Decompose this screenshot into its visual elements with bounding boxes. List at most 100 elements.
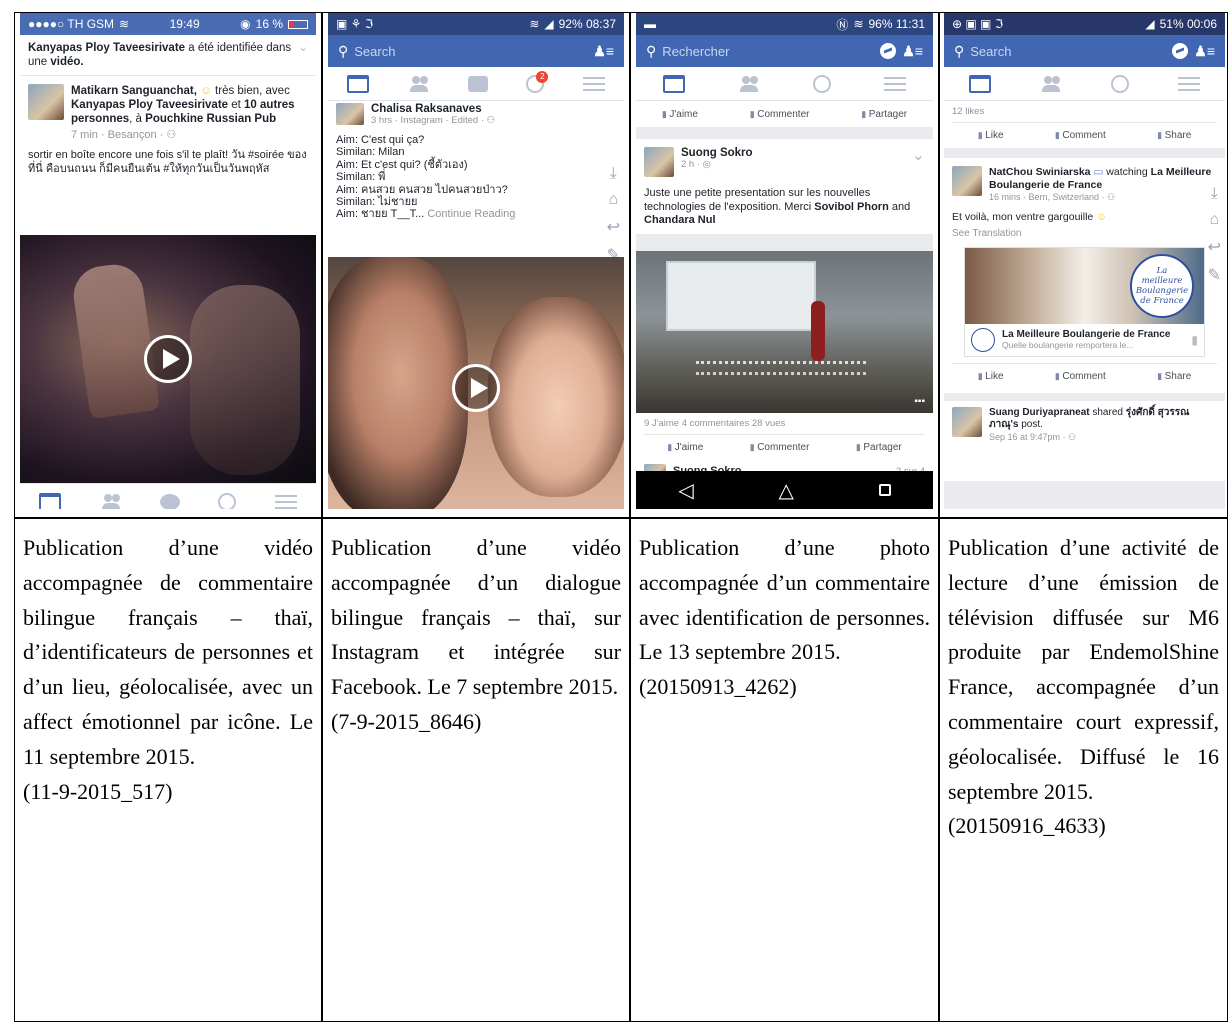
likes-count[interactable]: 12 likes	[952, 101, 1217, 122]
post-header: Matikarn Sanguanchat, ☺ très bien, avec …	[28, 84, 307, 175]
post-text: Juste une petite presentation sur les no…	[644, 187, 911, 226]
continue-reading-link[interactable]: Continue Reading	[427, 208, 515, 220]
notifications-globe-icon[interactable]	[813, 74, 832, 93]
search-bar[interactable]: ⚲ Search ♟≡	[944, 35, 1225, 67]
search-icon[interactable]: ⚲	[338, 43, 348, 60]
tagged-person-link[interactable]: Chandara Nul	[644, 214, 716, 226]
comment-button[interactable]: Commenter	[750, 442, 809, 453]
avatar[interactable]	[952, 166, 982, 196]
post-stats[interactable]: 9 J'aime 4 commentaires 28 vues	[644, 413, 925, 434]
comment-button[interactable]: Comment	[1055, 371, 1105, 382]
tag-notice[interactable]: Kanyapas Ploy Taveesirivate a été identi…	[20, 35, 316, 76]
post-video[interactable]	[328, 257, 624, 509]
like-button[interactable]: Like	[978, 371, 1003, 382]
search-input[interactable]: Rechercher	[662, 44, 874, 59]
share-button[interactable]: Partager	[861, 109, 907, 120]
post-author[interactable]: NatChou Swiniarska	[989, 166, 1091, 178]
friends-icon[interactable]	[408, 75, 430, 93]
menu-icon[interactable]	[884, 76, 907, 91]
play-icon[interactable]	[144, 335, 192, 383]
home-icon[interactable]: ⌂	[1209, 211, 1219, 229]
friends-icon[interactable]	[738, 75, 760, 93]
caption-cell-4: Publication d’une activité de lecture d’…	[939, 518, 1228, 1022]
search-bar[interactable]: ⚲ Rechercher ♟≡	[636, 35, 933, 67]
news-feed-icon[interactable]	[968, 74, 991, 93]
menu-icon[interactable]	[582, 76, 605, 91]
page-logo	[971, 327, 995, 352]
messenger-icon[interactable]	[880, 43, 897, 59]
avatar[interactable]	[28, 84, 64, 120]
search-bar[interactable]: ⚲ Search ♟≡	[328, 35, 624, 67]
tagged-person-link[interactable]: Sovibol Phorn	[814, 201, 889, 213]
comment-button[interactable]: Comment	[1055, 130, 1105, 141]
share-button[interactable]: Partager	[856, 442, 901, 453]
friends-icon[interactable]	[1040, 75, 1062, 93]
friends-icon[interactable]	[100, 493, 122, 509]
post-author[interactable]: Suong Sokro	[681, 147, 753, 159]
like-button[interactable]: J'aime	[662, 109, 698, 120]
like-button[interactable]: J'aime	[667, 442, 704, 453]
place-link[interactable]: Pouchkine Russian Pub	[145, 113, 276, 125]
back-icon[interactable]: ↩	[607, 217, 620, 237]
bookmark-icon[interactable]: ▮	[1191, 333, 1198, 347]
post-video[interactable]	[20, 235, 316, 483]
search-input[interactable]: Search	[354, 44, 587, 59]
edit-icon[interactable]: ✎	[1208, 265, 1221, 285]
wifi-icon: ≋	[119, 17, 130, 31]
home-icon[interactable]: ⌂	[608, 191, 618, 209]
like-button[interactable]: Like	[978, 130, 1003, 141]
friend-requests-icon[interactable]: ♟≡	[593, 43, 614, 60]
tagged-person[interactable]: Kanyapas Ploy Taveesirivate	[28, 42, 185, 54]
news-feed-icon[interactable]	[39, 492, 62, 509]
tab-bar	[636, 67, 933, 101]
back-icon[interactable]: ◁	[678, 478, 693, 503]
news-feed-icon[interactable]	[662, 74, 685, 93]
video-link[interactable]: vidéo.	[50, 56, 83, 68]
notifications-globe-icon[interactable]: 2	[526, 70, 549, 93]
scroll-down-icon[interactable]: ⤓	[1211, 185, 1218, 203]
avatar[interactable]	[644, 147, 674, 177]
share-button[interactable]: Share	[1157, 130, 1192, 141]
messenger-icon[interactable]	[159, 493, 180, 509]
messenger-icon[interactable]	[1172, 43, 1189, 59]
shared-page-card[interactable]: La meilleure Boulangerie de France La Me…	[964, 246, 1205, 357]
see-translation-link[interactable]: See Translation	[952, 228, 1217, 239]
messages-icon[interactable]	[467, 75, 488, 92]
search-input[interactable]: Search	[970, 44, 1166, 59]
notifications-globe-icon[interactable]	[1111, 74, 1130, 93]
share-button[interactable]: Share	[1157, 371, 1192, 382]
avatar[interactable]	[336, 103, 364, 125]
home-icon[interactable]: △	[778, 478, 793, 503]
chevron-down-icon[interactable]: ⌄	[298, 41, 308, 55]
projection-screen	[666, 261, 816, 331]
back-icon[interactable]: ↩	[1208, 237, 1221, 257]
post-author[interactable]: Suang Duriyapraneat	[989, 407, 1090, 418]
clock: 92% 08:37	[558, 17, 616, 31]
comment-button[interactable]: Commenter	[750, 109, 809, 120]
avatar[interactable]	[952, 406, 982, 437]
notification-badge: 2	[536, 70, 549, 83]
scroll-down-icon[interactable]: ⤓	[610, 165, 617, 183]
post-author[interactable]: Chalisa Raksanaves	[371, 103, 495, 115]
news-feed-icon[interactable]	[347, 74, 370, 93]
page-name[interactable]: La Meilleure Boulangerie de France	[1002, 329, 1184, 340]
post-meta: 16 mins · Bern, Switzerland · ⚇	[989, 192, 1116, 202]
menu-icon[interactable]	[274, 494, 297, 509]
post-photo[interactable]: ▪▪▪	[636, 251, 933, 413]
chevron-down-icon[interactable]: ⌄	[912, 145, 925, 165]
play-icon[interactable]	[452, 364, 500, 412]
friend-requests-icon[interactable]: ♟≡	[1194, 43, 1215, 60]
menu-icon[interactable]	[1178, 76, 1201, 91]
recent-apps-icon[interactable]	[878, 484, 891, 496]
search-icon[interactable]: ⚲	[954, 43, 964, 60]
notifications-globe-icon[interactable]	[218, 492, 237, 509]
post-author[interactable]: Matikarn Sanguanchat,	[71, 85, 197, 97]
friend-requests-icon[interactable]: ♟≡	[902, 43, 923, 60]
caption-2: Publication d’une vidéo accompagnée d’un…	[331, 531, 621, 740]
phone-screenshot-2: ▣ ⚘ ℑ ≋ ◢ 92% 08:37 ⚲ Search ♟≡ 2 Chalisa	[328, 13, 624, 509]
search-icon[interactable]: ⚲	[646, 43, 656, 60]
more-photos-icon[interactable]: ▪▪▪	[914, 396, 925, 407]
tagged-person-link[interactable]: Kanyapas Ploy Taveesirivate	[71, 99, 228, 111]
caption-cell-3: Publication d’une photo accompagnée d’un…	[630, 518, 939, 1022]
status-icons: ▣ ⚘ ℑ	[336, 17, 374, 31]
